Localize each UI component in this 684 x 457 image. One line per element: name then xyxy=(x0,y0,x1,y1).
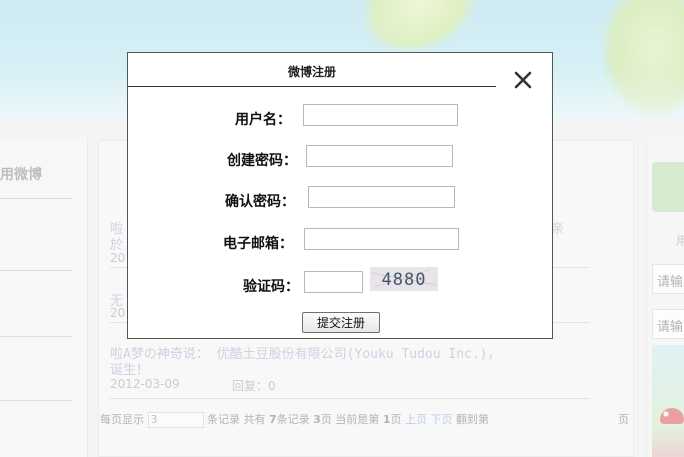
submit-button[interactable]: 提交注册 xyxy=(302,312,380,333)
confirm-password-label: 确认密码： xyxy=(225,194,295,210)
close-icon[interactable] xyxy=(512,69,534,91)
dialog-title: 微博注册 xyxy=(287,65,336,79)
username-field[interactable] xyxy=(303,104,458,126)
password-field[interactable] xyxy=(306,145,453,167)
email-label: 电子邮箱： xyxy=(223,236,293,252)
username-label: 用户名： xyxy=(235,112,291,128)
captcha-field[interactable] xyxy=(304,271,363,293)
captcha-image[interactable]: 4880 xyxy=(370,267,438,291)
register-dialog: 微博注册 用户名： 创建密码： 确认密码： 电子邮箱： 验证码： 4880 提交… xyxy=(127,52,553,339)
confirm-password-field[interactable] xyxy=(308,186,455,208)
email-field[interactable] xyxy=(304,228,459,250)
password-label: 创建密码： xyxy=(227,153,297,169)
captcha-text: 4880 xyxy=(382,270,427,290)
captcha-label: 验证码： xyxy=(243,279,299,295)
title-divider xyxy=(128,86,496,87)
